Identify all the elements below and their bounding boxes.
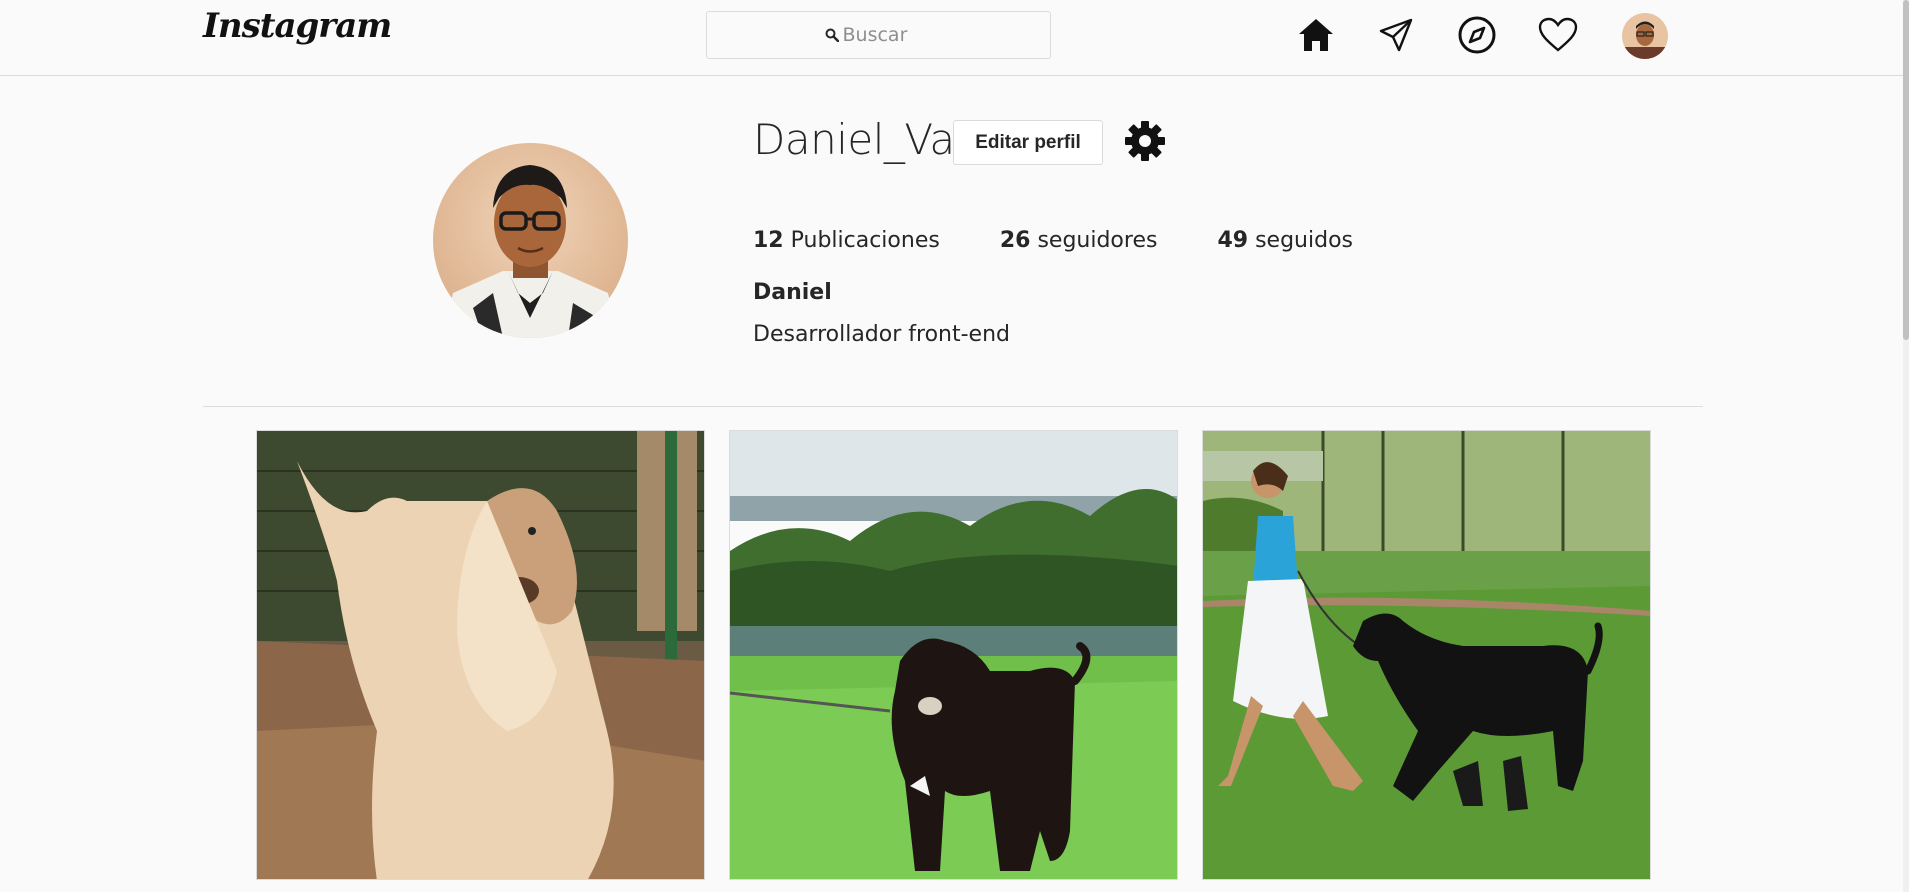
edit-profile-button[interactable]: Editar perfil <box>953 120 1103 165</box>
following-stat[interactable]: 49 seguidos <box>1217 228 1353 253</box>
post-thumbnail-2[interactable] <box>729 430 1178 880</box>
profile-bio: Desarrollador front-end <box>753 322 1010 347</box>
search-input[interactable] <box>842 24 933 46</box>
search-icon <box>825 28 839 42</box>
section-divider <box>203 406 1703 407</box>
profile-username: Daniel_Vas <box>753 115 976 164</box>
followers-count: 26 <box>999 228 1031 253</box>
search-box[interactable] <box>706 11 1051 59</box>
following-count: 49 <box>1217 228 1249 253</box>
posts-count: 12 <box>753 228 784 253</box>
posts-count-stat: 12 Publicaciones <box>753 228 940 253</box>
post-thumbnail-3[interactable] <box>1202 430 1651 880</box>
profile-avatar-small[interactable] <box>1622 13 1668 59</box>
instagram-logo[interactable]: Instagram <box>203 6 392 46</box>
heart-icon[interactable] <box>1536 13 1580 57</box>
home-icon[interactable] <box>1294 13 1338 57</box>
scrollbar-track[interactable] <box>1903 0 1909 892</box>
followers-stat[interactable]: 26 seguidores <box>1000 228 1158 253</box>
profile-stats: 12 Publicaciones 26 seguidores 49 seguid… <box>753 228 1413 253</box>
post-thumbnail-1[interactable] <box>256 430 705 880</box>
profile-full-name: Daniel <box>753 280 832 305</box>
followers-label: seguidores <box>1037 228 1158 253</box>
following-label: seguidos <box>1255 228 1353 253</box>
posts-label: Publicaciones <box>790 228 940 253</box>
profile-photo[interactable] <box>433 143 628 338</box>
top-navigation-bar: Instagram <box>0 0 1909 76</box>
explore-compass-icon[interactable] <box>1455 13 1499 57</box>
direct-message-icon[interactable] <box>1374 13 1418 57</box>
gear-icon[interactable] <box>1124 120 1166 162</box>
scrollbar-thumb[interactable] <box>1903 0 1909 340</box>
